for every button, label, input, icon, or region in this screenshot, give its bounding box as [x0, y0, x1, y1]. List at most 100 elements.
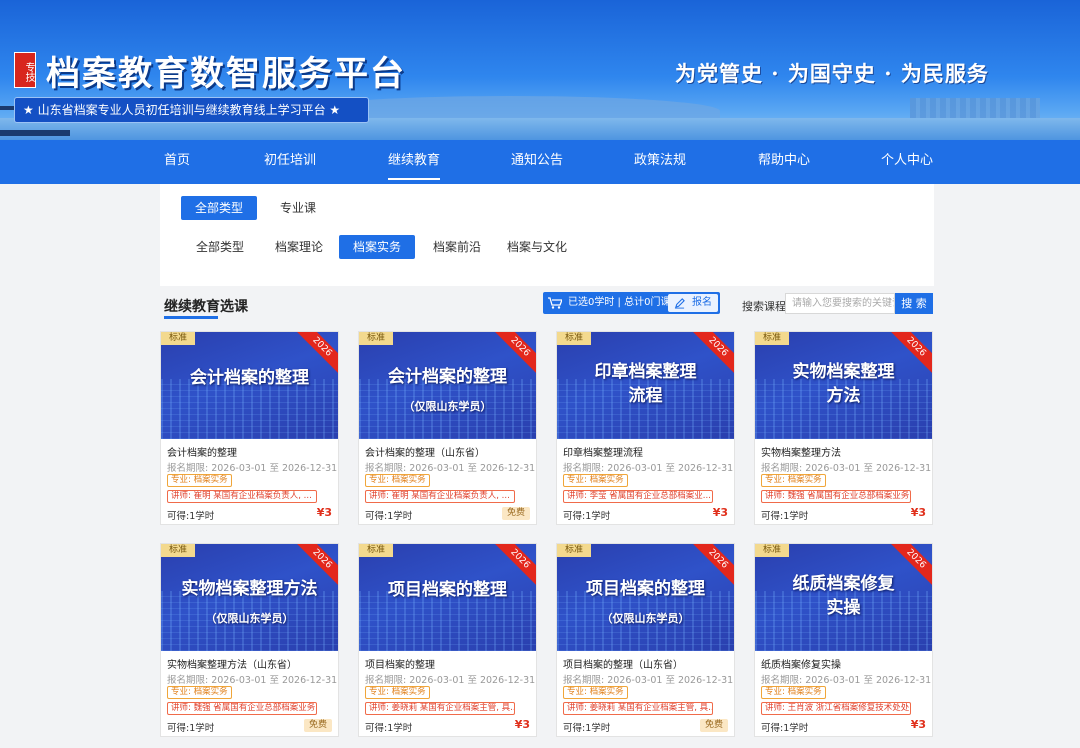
- nav-policies[interactable]: 政策法规: [634, 140, 686, 184]
- course-hours: 可得:1学时: [167, 723, 215, 734]
- course-title: 项目档案的整理: [365, 660, 435, 671]
- course-major-tag: 专业: 档案实务: [563, 474, 628, 487]
- course-thumbnail: 标准 2026 实物档案整理方法 （仅限山东学员）: [161, 544, 338, 651]
- standard-badge: 标准: [755, 332, 789, 345]
- course-teacher-tag: 讲师: 魏强 省属国有企业总部档案业务...: [167, 702, 317, 715]
- signup-label: 报名: [692, 297, 712, 308]
- course-enroll-period: 报名期限: 2026-03-01 至 2026-12-31: [761, 675, 932, 686]
- free-badge: 免费: [303, 719, 332, 732]
- thumbnail-title: 实物档案整理方法: [181, 579, 318, 599]
- thumbnail-subtitle: （仅限山东学员）: [403, 400, 492, 413]
- course-teacher-tag: 讲师: 王肖波 浙江省档案修复技术处处...: [761, 702, 911, 715]
- course-major-tag: 专业: 档案实务: [365, 686, 430, 699]
- filter-category-all[interactable]: 全部类型: [182, 235, 258, 259]
- course-thumbnail: 标准 2026 项目档案的整理 （仅限山东学员）: [557, 544, 734, 651]
- course-hours: 可得:1学时: [761, 723, 809, 734]
- filter-type-professional[interactable]: 专业课: [266, 196, 330, 220]
- standard-badge: 标准: [359, 544, 393, 557]
- free-badge: 免费: [501, 507, 530, 520]
- standard-badge: 标准: [557, 332, 591, 345]
- course-price: ¥3: [316, 506, 332, 519]
- course-major-tag: 专业: 档案实务: [167, 474, 232, 487]
- thumbnail-title: 实物档案整理 方法: [792, 362, 895, 406]
- course-hours: 可得:1学时: [761, 511, 809, 522]
- course-hours: 可得:1学时: [365, 511, 413, 522]
- course-card[interactable]: 标准 2026 纸质档案修复 实操纸质档案修复实操报名期限: 2026-03-01 …: [754, 543, 933, 737]
- nav-help-center[interactable]: 帮助中心: [758, 140, 810, 184]
- nav-continuing-education[interactable]: 继续教育: [388, 140, 441, 180]
- course-title: 会计档案的整理: [167, 448, 237, 459]
- filter-type-all[interactable]: 全部类型: [181, 196, 258, 220]
- course-enroll-period: 报名期限: 2026-03-01 至 2026-12-31: [761, 463, 932, 474]
- course-thumbnail: 标准 2026 纸质档案修复 实操: [755, 544, 932, 651]
- thumbnail-subtitle: （仅限山东学员）: [205, 612, 294, 625]
- course-hours: 可得:1学时: [365, 723, 413, 734]
- course-card[interactable]: 标准 2026 会计档案的整理 会计档案的整理 报名期限: 2026-03-01 至 2…: [160, 331, 339, 525]
- course-enroll-period: 报名期限: 2026-03-01 至 2026-12-31: [167, 463, 338, 474]
- main-nav: 首页 初任培训 继续教育 通知公告 政策法规 帮助中心 个人中心: [0, 140, 1080, 184]
- course-card[interactable]: 标准 2026 实物档案整理方法 （仅限山东学员） 实物档案整理方法（山东省） 报名期限:…: [160, 543, 339, 737]
- nav-home[interactable]: 首页: [164, 140, 190, 184]
- search-input[interactable]: [785, 293, 895, 314]
- course-teacher-tag: 讲师: 姜晓莉 某国有企业档案主管, 具...: [563, 702, 713, 715]
- filter-category-culture[interactable]: 档案与文化: [493, 235, 581, 259]
- course-card[interactable]: 标准 2026 项目档案的整理 项目档案的整理 报名期限: 2026-03-01 至 2…: [358, 543, 537, 737]
- course-teacher-tag: 讲师: 崔明 某国有企业档案负责人, ...: [167, 490, 317, 503]
- filter-category-practice[interactable]: 档案实务: [339, 235, 416, 259]
- course-card[interactable]: 标准 2026 实物档案整理 方法 实物档案整理方法 报名期限: 2026-03-01 …: [754, 331, 933, 525]
- course-card[interactable]: 标准 2026 印章档案整理 流程印章档案整理流程报名期限: 2026-03-01 …: [556, 331, 735, 525]
- nav-initial-training[interactable]: 初任培训: [264, 140, 316, 184]
- course-title: 项目档案的整理（山东省）: [563, 660, 683, 671]
- section-title: 继续教育选课: [164, 299, 248, 315]
- standard-badge: 标准: [359, 332, 393, 345]
- course-teacher-tag: 讲师: 李莹 省属国有企业总部档案业...: [563, 490, 713, 503]
- course-thumbnail: 标准 2026 会计档案的整理: [161, 332, 338, 439]
- thumbnail-title: 纸质档案修复 实操: [792, 574, 895, 618]
- course-title: 会计档案的整理（山东省）: [365, 448, 485, 459]
- header-banner: 专技 档案教育数智服务平台 ★ 山东省档案专业人员初任培训与继续教育线上学习平台…: [0, 0, 1080, 140]
- thumbnail-title: 项目档案的整理: [388, 580, 507, 600]
- course-teacher-tag: 讲师: 姜晓莉 某国有企业档案主管, 具...: [365, 702, 515, 715]
- seal-logo: 专技: [14, 52, 36, 88]
- course-major-tag: 专业: 档案实务: [167, 686, 232, 699]
- course-enroll-period: 报名期限: 2026-03-01 至 2026-12-31: [563, 463, 734, 474]
- course-price: ¥3: [712, 506, 728, 519]
- thumbnail-title: 会计档案的整理: [190, 368, 309, 388]
- site-title: 档案教育数智服务平台: [46, 54, 406, 94]
- cart-icon: [548, 297, 562, 309]
- course-enroll-period: 报名期限: 2026-03-01 至 2026-12-31: [365, 463, 536, 474]
- course-title: 实物档案整理方法: [761, 448, 841, 459]
- thumbnail-title: 项目档案的整理: [586, 579, 705, 599]
- course-major-tag: 专业: 档案实务: [761, 474, 826, 487]
- standard-badge: 标准: [161, 332, 195, 345]
- standard-badge: 标准: [161, 544, 195, 557]
- course-card[interactable]: 标准 2026 项目档案的整理 （仅限山东学员） 项目档案的整理（山东省） 报名期限: 2…: [556, 543, 735, 737]
- nav-personal-center[interactable]: 个人中心: [881, 140, 933, 184]
- site-subtitle: ★ 山东省档案专业人员初任培训与继续教育线上学习平台 ★: [14, 97, 369, 123]
- course-teacher-tag: 讲师: 崔明 某国有企业档案负责人, ...: [365, 490, 515, 503]
- course-card[interactable]: 标准 2026 会计档案的整理 （仅限山东学员） 会计档案的整理（山东省） 报名期限: 2…: [358, 331, 537, 525]
- course-price: ¥3: [910, 506, 926, 519]
- course-title: 实物档案整理方法（山东省）: [167, 660, 297, 671]
- course-thumbnail: 标准 2026 印章档案整理 流程: [557, 332, 734, 439]
- cart-summary[interactable]: 已选0学时 | 总计0门课程 报名: [543, 292, 720, 314]
- course-thumbnail: 标准 2026 项目档案的整理: [359, 544, 536, 651]
- filter-panel: 全部类型 专业课 全部类型 档案理论 档案实务 档案前沿 档案与文化: [160, 184, 934, 286]
- nav-notices[interactable]: 通知公告: [511, 140, 563, 184]
- course-major-tag: 专业: 档案实务: [365, 474, 430, 487]
- signup-button[interactable]: 报名: [668, 294, 718, 312]
- cart-text: 已选0学时 | 总计0门课程: [568, 297, 681, 308]
- filter-category-frontier[interactable]: 档案前沿: [419, 235, 495, 259]
- filter-category-theory[interactable]: 档案理论: [261, 235, 337, 259]
- course-thumbnail: 标准 2026 会计档案的整理 （仅限山东学员）: [359, 332, 536, 439]
- course-major-tag: 专业: 档案实务: [563, 686, 628, 699]
- course-major-tag: 专业: 档案实务: [761, 686, 826, 699]
- standard-badge: 标准: [755, 544, 789, 557]
- course-title: 印章档案整理流程: [563, 448, 643, 459]
- city-skyline-decoration: [910, 98, 1040, 120]
- free-badge: 免费: [699, 719, 728, 732]
- search-button[interactable]: 搜 索: [895, 293, 933, 314]
- edit-icon: [674, 298, 685, 309]
- course-title: 纸质档案修复实操: [761, 660, 841, 671]
- standard-badge: 标准: [557, 544, 591, 557]
